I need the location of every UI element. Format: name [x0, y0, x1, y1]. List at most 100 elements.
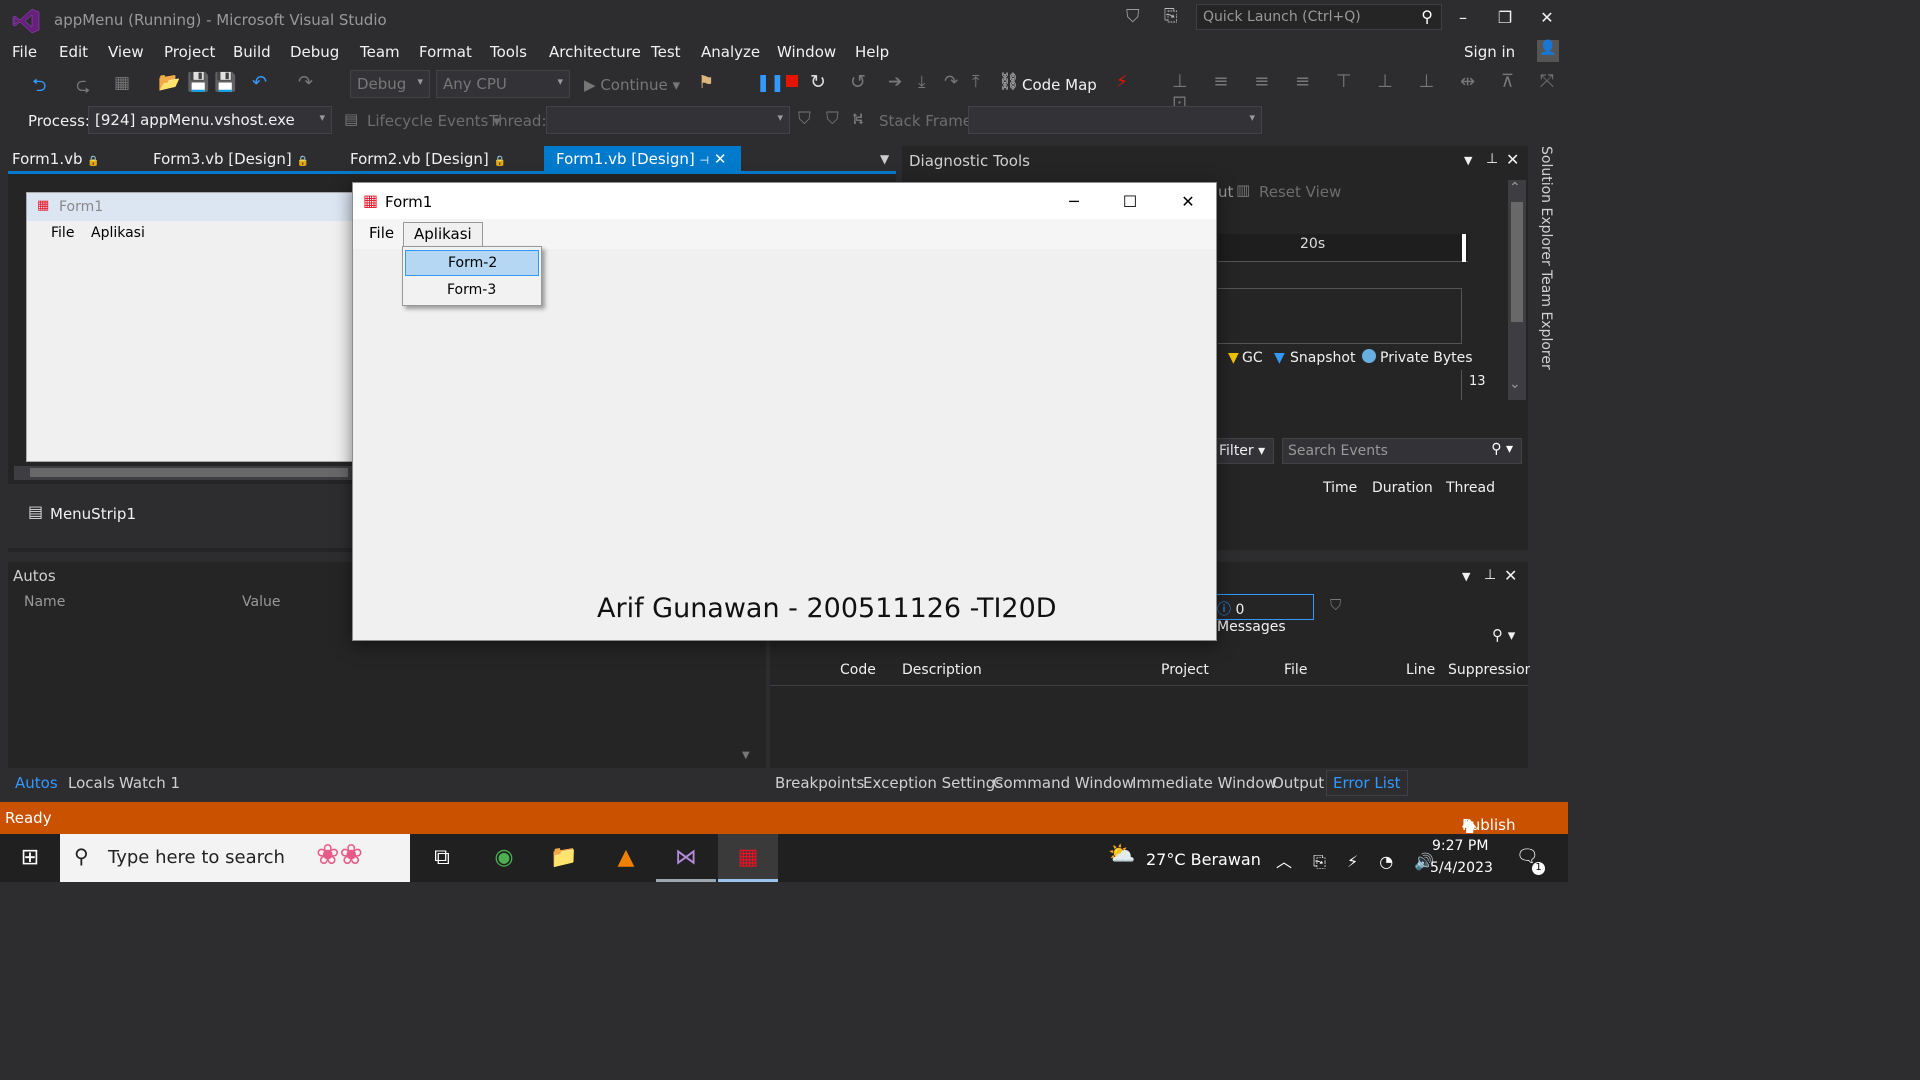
menu-file[interactable]: File — [12, 43, 37, 61]
tab-form1-design[interactable]: Form1.vb [Design] ⊣ ✕ — [544, 146, 741, 172]
tray-icons[interactable]: ︿ ⎘ ⚡ ◔ 🔊 — [1276, 848, 1442, 872]
autos-scroll-down-icon[interactable]: ▼ — [742, 750, 750, 761]
taskbar-search-box[interactable]: ⚲ Type here to search ❀❀ — [60, 834, 410, 882]
save-icon[interactable]: 💾 — [187, 72, 209, 93]
browser-link-icon[interactable]: ⚑ — [698, 72, 714, 93]
tab-form2-design[interactable]: Form2.vb [Design] 🔒 — [338, 146, 518, 172]
error-col-suppression[interactable]: Suppression — [1448, 662, 1534, 678]
menustrip-component[interactable]: MenuStrip1 — [50, 505, 136, 523]
error-col-file[interactable]: File — [1284, 662, 1307, 678]
menu-architecture[interactable]: Architecture — [549, 43, 641, 61]
menu-debug[interactable]: Debug — [290, 43, 339, 61]
scrollbar-thumb[interactable] — [30, 468, 348, 477]
autos-col-name[interactable]: Name — [24, 594, 65, 610]
visual-studio-taskbar-icon[interactable]: ⋈ — [656, 834, 716, 882]
chrome-icon[interactable]: ◉ — [474, 834, 534, 882]
reset-view-icon[interactable]: ▥ — [1236, 181, 1250, 199]
lifecycle-events-button[interactable]: Lifecycle Events ▾ — [367, 112, 501, 130]
designer-horizontal-scrollbar[interactable] — [14, 466, 354, 480]
timeline-ruler[interactable]: 20s — [1218, 234, 1468, 262]
breakpoint-toggle-icon[interactable]: ⚡ — [1116, 72, 1128, 92]
designer-form[interactable]: ▦ Form1 File Aplikasi — [26, 192, 367, 462]
code-map-button[interactable]: Code Map — [1022, 76, 1097, 94]
clock-date[interactable]: 5/4/2023 — [1430, 860, 1493, 876]
menu-format[interactable]: Format — [419, 43, 472, 61]
panel-close-icon[interactable]: ✕ — [1504, 566, 1517, 585]
pin-icon[interactable]: ⊣ — [700, 154, 710, 167]
diagnostic-scrollbar[interactable]: ⌃ ⌄ — [1508, 180, 1526, 400]
events-col-thread[interactable]: Thread — [1446, 480, 1495, 496]
windows-start-icon[interactable]: ⊞ — [0, 834, 60, 882]
filter-icon[interactable]: ⛉ — [1126, 6, 1140, 27]
new-project-icon[interactable]: ▦ — [114, 73, 130, 93]
quick-launch-input[interactable]: Quick Launch (Ctrl+Q) ⚲ — [1196, 4, 1442, 30]
scroll-up-icon[interactable]: ⌃ — [1509, 180, 1521, 196]
reset-view-button[interactable]: Reset View — [1259, 183, 1341, 201]
refresh-icon[interactable]: ↺ — [850, 71, 866, 93]
designer-menustrip[interactable]: File Aplikasi — [27, 221, 367, 245]
search-icon[interactable]: ⚲ ▾ — [1492, 626, 1515, 644]
step-over-icon[interactable]: ↷ — [944, 72, 958, 92]
error-col-description[interactable]: Description — [902, 662, 982, 678]
panel-close-icon[interactable]: ✕ — [1506, 150, 1519, 169]
solution-explorer-tab[interactable]: Solution Explorer — [1538, 146, 1554, 266]
tab-breakpoints[interactable]: Breakpoints — [775, 774, 864, 792]
redo-icon[interactable]: ↷ — [298, 72, 313, 93]
build-filter-icon[interactable]: ⛉ — [1330, 596, 1341, 614]
tab-form1-vb[interactable]: Form1.vb 🔒 — [0, 146, 112, 172]
weather-text[interactable]: 27°C Berawan — [1146, 850, 1261, 869]
menu-project[interactable]: Project — [164, 43, 215, 61]
form1-close-button[interactable]: ✕ — [1165, 189, 1211, 215]
feedback-icon[interactable]: ⎘ — [1164, 6, 1178, 26]
tab-exception-settings[interactable]: Exception Settings — [863, 774, 1003, 792]
panel-pin-icon[interactable]: ⊥ — [1484, 567, 1496, 583]
scroll-down-icon[interactable]: ⌄ — [1509, 376, 1521, 392]
close-button[interactable]: ✕ — [1532, 6, 1562, 30]
task-view-icon[interactable]: ⧉ — [412, 834, 472, 882]
tab-command-window[interactable]: Command Window — [993, 774, 1134, 792]
tab-overflow-icon[interactable]: ▼ — [880, 152, 889, 166]
events-col-time[interactable]: Time — [1323, 480, 1357, 496]
pause-icon[interactable]: ❚❚ — [756, 73, 785, 93]
search-events-input[interactable]: Search Events ⚲ ▾ — [1282, 438, 1522, 464]
form1-menu-file[interactable]: File — [359, 222, 404, 246]
menu-help[interactable]: Help — [855, 43, 889, 61]
panel-pin-icon[interactable]: ⊥ — [1486, 151, 1498, 167]
designer-menu-file[interactable]: File — [51, 225, 74, 241]
tab-error-list[interactable]: Error List — [1326, 770, 1408, 796]
filter-button[interactable]: Filter ▾ — [1216, 438, 1274, 464]
form1-minimize-button[interactable]: ─ — [1051, 189, 1097, 215]
step-out-icon[interactable]: ⤒ — [972, 72, 980, 92]
open-file-icon[interactable]: 📂 — [158, 72, 180, 93]
tab-immediate-window[interactable]: Immediate Window — [1132, 774, 1277, 792]
error-col-project[interactable]: Project — [1161, 662, 1209, 678]
menu-analyze[interactable]: Analyze — [701, 43, 760, 61]
lifecycle-events-icon[interactable]: ▤ — [344, 110, 358, 128]
back-icon[interactable]: ⮌ — [32, 73, 46, 103]
step-into-icon[interactable]: ⤓ — [918, 72, 926, 92]
menu-build[interactable]: Build — [233, 43, 271, 61]
code-map-icon[interactable]: ⛓ — [998, 72, 1020, 92]
messages-filter-button[interactable]: ⓘ 0 Messages — [1210, 594, 1314, 635]
menu-item-form-2[interactable]: Form-2 — [405, 250, 539, 276]
account-icon[interactable]: 👤 — [1537, 40, 1559, 62]
show-next-statement-icon[interactable]: ➔ — [888, 72, 902, 92]
clock-time[interactable]: 9:27 PM — [1432, 838, 1488, 854]
restore-button[interactable]: ❐ — [1490, 6, 1520, 30]
vlc-icon[interactable]: ▲ — [596, 834, 656, 882]
menu-test[interactable]: Test — [651, 43, 681, 61]
tab-watch-1[interactable]: Watch 1 — [119, 774, 180, 792]
designer-menu-aplikasi[interactable]: Aplikasi — [91, 225, 145, 241]
menu-team[interactable]: Team — [360, 43, 400, 61]
form1-menu-aplikasi[interactable]: Aplikasi — [403, 222, 483, 246]
thread-select[interactable] — [546, 106, 790, 134]
continue-button[interactable]: ▶ Continue ▾ — [584, 76, 680, 94]
platform-select[interactable]: Any CPU — [436, 70, 570, 98]
save-all-icon[interactable]: 💾 — [214, 72, 236, 93]
error-col-code[interactable]: Code — [840, 662, 876, 678]
menu-edit[interactable]: Edit — [59, 43, 88, 61]
stack-frame-select[interactable] — [968, 106, 1262, 134]
forward-icon[interactable]: ⮎ — [76, 73, 90, 103]
form1-maximize-button[interactable]: ☐ — [1107, 189, 1153, 215]
menu-item-form-3[interactable]: Form-3 — [405, 278, 539, 304]
